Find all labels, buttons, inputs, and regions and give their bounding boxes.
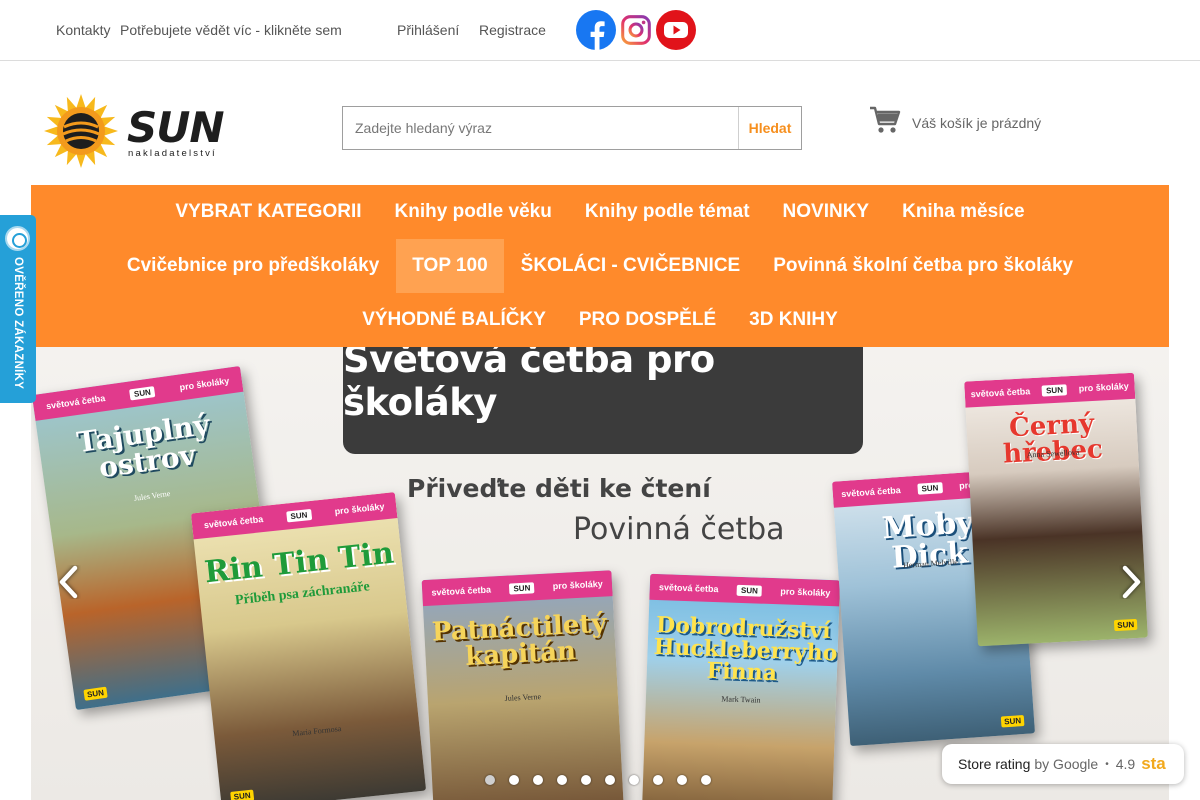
login-link[interactable]: Přihlášení xyxy=(397,22,459,38)
search-input[interactable] xyxy=(343,107,738,149)
slide-dot[interactable] xyxy=(485,775,495,785)
nav-item-preschool[interactable]: Cvičebnice pro předškoláky xyxy=(110,239,395,293)
sun-logo[interactable]: SUN nakladatelství xyxy=(43,94,265,168)
facebook-icon[interactable] xyxy=(576,10,616,50)
slide-dot[interactable] xyxy=(509,775,519,785)
book-author: Mark Twain xyxy=(721,694,761,705)
youtube-icon[interactable] xyxy=(656,10,696,50)
slide-dot[interactable] xyxy=(581,775,591,785)
separator-dot: • xyxy=(1105,758,1109,770)
search-box: Hledat xyxy=(342,106,802,150)
search-button[interactable]: Hledat xyxy=(738,107,801,149)
nav-item-book-of-month[interactable]: Kniha měsíce xyxy=(886,185,1042,239)
rating-stars: sta xyxy=(1141,754,1166,773)
rating-score: 4.9 xyxy=(1115,756,1136,772)
banner-subtitle: Přiveďte děti ke čtení xyxy=(407,474,711,503)
banner-headline: Světová četba pro školáky xyxy=(343,347,863,454)
slide-dot[interactable] xyxy=(629,775,639,785)
main-navigation: VYBRAT KATEGORII Knihy podle věku Knihy … xyxy=(31,185,1169,347)
book-title: Patnáctiletý kapitán xyxy=(431,608,608,672)
book-title: Dobrodružství Huckleberryho Finna xyxy=(653,612,838,687)
slide-dot[interactable] xyxy=(557,775,567,785)
slide-dot[interactable] xyxy=(533,775,543,785)
nav-row: Cvičebnice pro předškoláky TOP 100 ŠKOLÁ… xyxy=(31,239,1169,293)
nav-item-required-reading[interactable]: Povinná školní četba pro školáky xyxy=(757,239,1090,293)
verified-by-customers-badge[interactable]: OVĚŘENO ZÁKAZNÍKY xyxy=(0,215,36,403)
register-link[interactable]: Registrace xyxy=(479,22,546,38)
store-rating-widget[interactable]: Store rating by Google • 4.9 sta xyxy=(942,744,1184,784)
slide-dot[interactable] xyxy=(677,775,687,785)
contacts-link[interactable]: Kontakty xyxy=(56,22,110,38)
cart-status[interactable]: Váš košík je prázdný xyxy=(912,115,1041,131)
nav-row: VYBRAT KATEGORII Knihy podle věku Knihy … xyxy=(31,185,1169,239)
banner-tagline: Povinná četba xyxy=(573,512,785,547)
slide-dot[interactable] xyxy=(653,775,663,785)
nav-item-school-workbooks[interactable]: ŠKOLÁCI - CVIČEBNICE xyxy=(504,239,757,293)
rating-source: by Google xyxy=(1034,756,1099,772)
prev-slide-arrow[interactable] xyxy=(57,565,81,599)
nav-item-3d-books[interactable]: 3D KNIHY xyxy=(733,293,855,347)
next-slide-arrow[interactable] xyxy=(1119,565,1143,599)
book-cover: světová četba SUN pro školáky Dobrodružstv… xyxy=(641,573,841,800)
slide-dot[interactable] xyxy=(701,775,711,785)
nav-row: VÝHODNÉ BALÍČKY PRO DOSPĚLÉ 3D KNIHY xyxy=(31,293,1169,347)
rating-label: Store rating xyxy=(958,756,1031,772)
nav-item-bundles[interactable]: VÝHODNÉ BALÍČKY xyxy=(346,293,563,347)
book-cover: světová četba SUN pro školáky Rin Tin Tin … xyxy=(190,492,427,800)
nav-item-categories[interactable]: VYBRAT KATEGORII xyxy=(159,185,378,239)
book-author: Maria Formosa xyxy=(291,724,342,739)
nav-item-by-topic[interactable]: Knihy podle témat xyxy=(568,185,766,239)
slide-dot[interactable] xyxy=(605,775,615,785)
book-author: Jules Verne xyxy=(504,692,542,703)
slide-indicators xyxy=(485,775,711,789)
logo-wordmark: SUN xyxy=(127,103,224,152)
book-cover: světová četba SUN pro školáky Černý hřebec… xyxy=(964,372,1148,647)
more-info-link[interactable]: Potřebujete vědět víc - klikněte sem xyxy=(120,22,342,38)
nav-item-top100[interactable]: TOP 100 xyxy=(395,239,505,293)
nav-item-by-age[interactable]: Knihy podle věku xyxy=(378,185,568,239)
nav-item-new[interactable]: NOVINKY xyxy=(766,185,886,239)
logo-tagline: nakladatelství xyxy=(128,148,217,159)
cart-icon[interactable] xyxy=(869,106,901,134)
top-bar: Kontakty Potřebujete vědět víc - kliknět… xyxy=(0,0,1200,61)
book-title: Tajuplný ostrov xyxy=(74,407,212,485)
nav-item-adults[interactable]: PRO DOSPĚLÉ xyxy=(562,293,732,347)
badge-label: OVĚŘENO ZÁKAZNÍKY xyxy=(12,257,24,390)
verified-seal-icon xyxy=(5,226,30,251)
book-cover: světová četba SUN pro školáky Patnáctiletý… xyxy=(421,570,625,800)
instagram-icon[interactable] xyxy=(617,11,655,49)
hero-banner[interactable]: Světová četba pro školáky Přiveďte děti … xyxy=(31,347,1169,800)
